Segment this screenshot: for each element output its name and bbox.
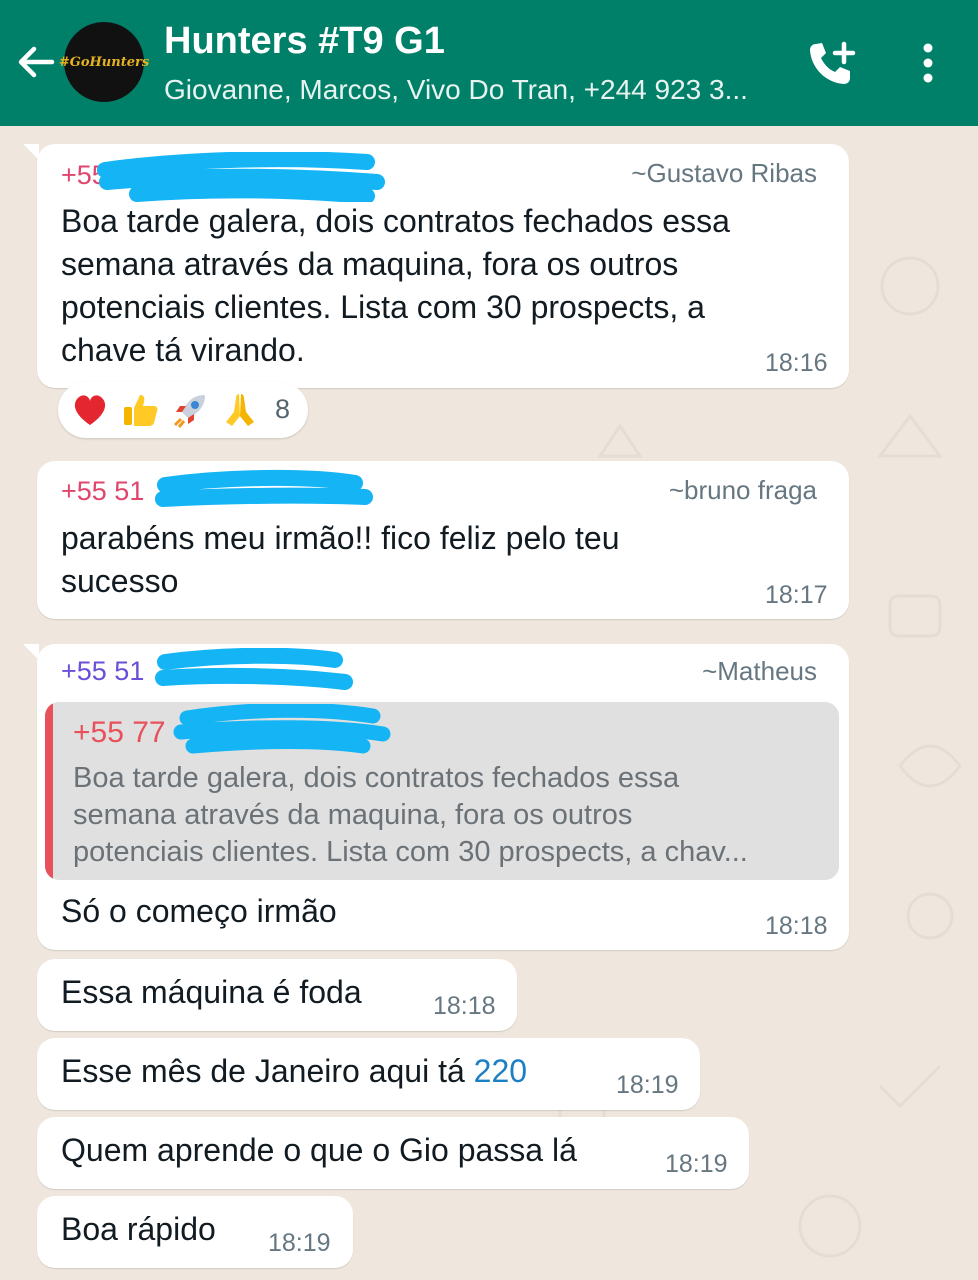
back-button[interactable]: [14, 40, 58, 84]
message-bubble[interactable]: Essa máquina é foda 18:18: [37, 959, 517, 1031]
message-text-line: Boa tarde galera, dois contratos fechado…: [61, 203, 730, 239]
redaction-scribble: [173, 704, 391, 754]
thumbs-up-emoji-icon: [124, 395, 158, 426]
message-text: Boa rápido: [61, 1211, 216, 1247]
message-text-line: chave tá virando.: [61, 332, 305, 368]
sender-number: +55 51: [61, 656, 145, 686]
message-bubble[interactable]: +55 ~Gustavo Ribas Boa tarde galera, doi…: [23, 144, 849, 388]
message-time: 18:18: [433, 992, 496, 1020]
quoted-text-line: Boa tarde galera, dois contratos fechado…: [73, 762, 680, 794]
add-call-button[interactable]: [806, 38, 860, 88]
redaction-scribble: [155, 469, 373, 507]
message-bubble[interactable]: Quem aprende o que o Gio passa lá 18:19: [37, 1117, 749, 1189]
redaction-scribble: [97, 152, 385, 202]
message-text: Só o começo irmão: [61, 893, 337, 929]
message-time: 18:19: [268, 1229, 331, 1257]
message-time: 18:19: [665, 1150, 728, 1178]
group-participants[interactable]: Giovanne, Marcos, Vivo Do Tran, +244 923…: [164, 74, 748, 106]
heart-emoji-icon: [74, 395, 106, 425]
message-text-line: potenciais clientes. Lista com 30 prospe…: [61, 289, 705, 325]
chat-header: #GoHunters Hunters #T9 G1 Giovanne, Marc…: [0, 0, 978, 126]
more-options-button[interactable]: [910, 40, 946, 86]
quoted-text-line: potenciais clientes. Lista com 30 prospe…: [73, 836, 748, 868]
praying-hands-emoji-icon: [226, 394, 254, 426]
add-call-icon: [810, 41, 856, 84]
group-title[interactable]: Hunters #T9 G1: [164, 20, 445, 63]
message-bubble[interactable]: +55 51 ~bruno fraga parabéns meu irmão!!…: [37, 461, 849, 619]
rocket-emoji-icon: [173, 395, 205, 428]
reactions-bar[interactable]: 8: [58, 382, 308, 438]
phone-number-link[interactable]: 220: [474, 1053, 527, 1089]
chat-area[interactable]: +55 ~Gustavo Ribas Boa tarde galera, doi…: [0, 126, 978, 1280]
message-text-line: parabéns meu irmão!! fico feliz pelo teu: [61, 520, 620, 556]
more-vertical-icon: [923, 43, 933, 83]
sender-number: +55 51: [61, 476, 145, 506]
message-text-line: sucesso: [61, 563, 179, 599]
redaction-scribble: [155, 648, 353, 690]
message-bubble[interactable]: +55 51 ~Matheus +55 77 Boa tarde galera,…: [23, 644, 849, 950]
message-time: 18:17: [765, 581, 828, 609]
message-text: Esse mês de Janeiro aqui tá 220: [61, 1050, 527, 1093]
group-avatar[interactable]: #GoHunters: [59, 22, 149, 102]
quoted-message[interactable]: +55 77 Boa tarde galera, dois contratos …: [45, 702, 839, 880]
message-time: 18:16: [765, 349, 828, 377]
quoted-text-line: semana através da maquina, fora os outro…: [73, 799, 633, 831]
sender-name: ~bruno fraga: [668, 475, 817, 505]
message-time: 18:18: [765, 912, 828, 940]
message-text-prefix: Esse mês de Janeiro aqui tá: [61, 1053, 474, 1089]
reaction-count: 8: [275, 394, 291, 424]
quote-accent-bar: [45, 702, 53, 880]
arrow-left-icon: [18, 46, 55, 78]
quoted-sender-number: +55 77: [73, 716, 166, 749]
avatar-logo-text: #GoHunters: [58, 54, 150, 70]
message-text: Quem aprende o que o Gio passa lá: [61, 1132, 577, 1168]
message-time: 18:19: [616, 1071, 679, 1099]
sender-name: ~Matheus: [702, 656, 817, 686]
message-bubble[interactable]: Esse mês de Janeiro aqui tá 220 18:19: [37, 1038, 700, 1110]
message-bubble[interactable]: Boa rápido 18:19: [37, 1196, 353, 1268]
sender-name: ~Gustavo Ribas: [631, 158, 817, 188]
message-text-line: semana através da maquina, fora os outro…: [61, 246, 679, 282]
message-text: Essa máquina é foda: [61, 974, 362, 1010]
